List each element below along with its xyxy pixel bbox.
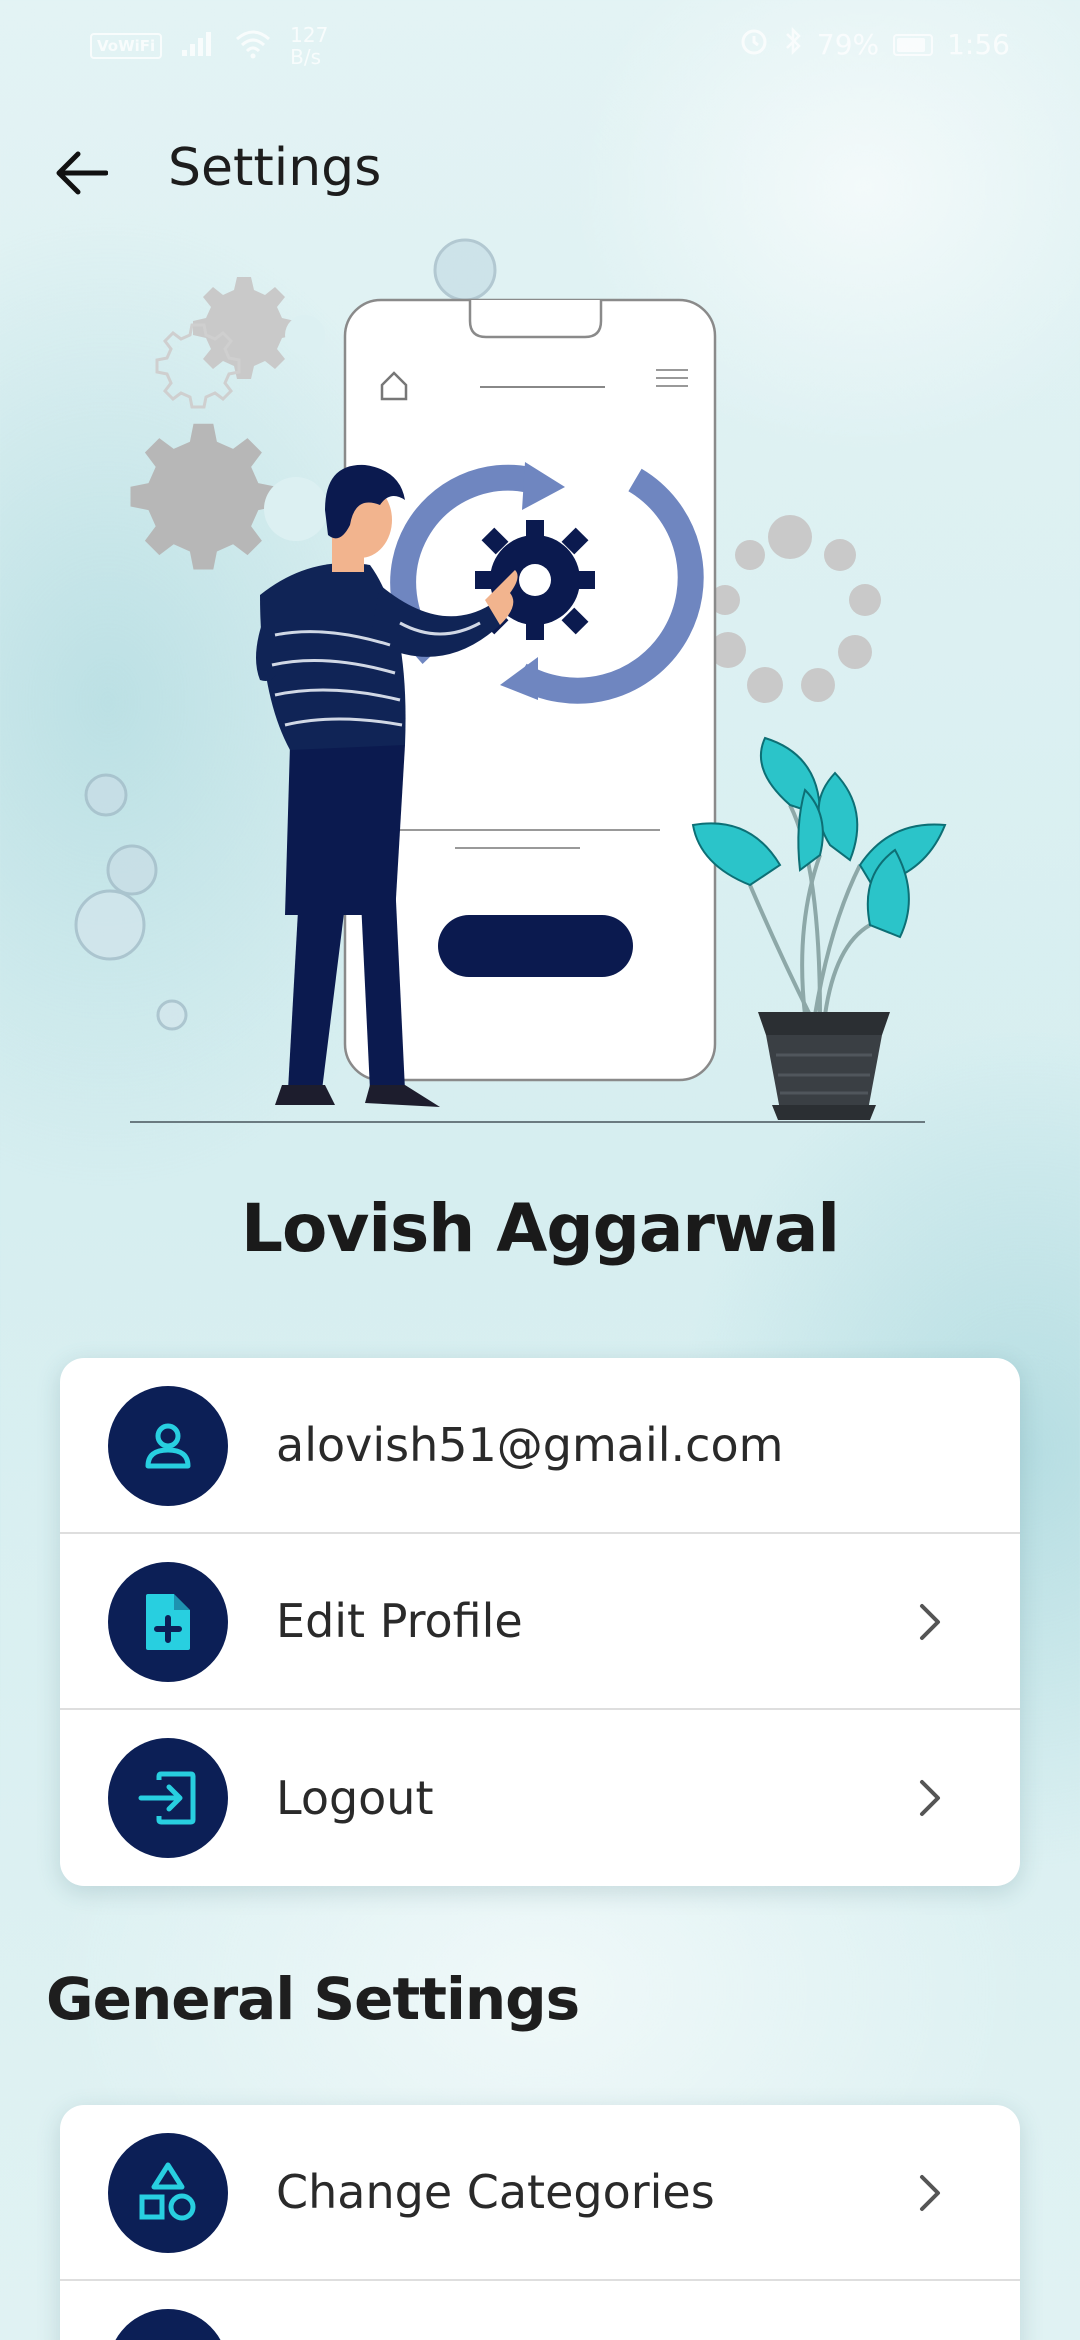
shapes-icon xyxy=(108,2133,228,2253)
app-header: Settings xyxy=(0,120,1080,220)
email-value: alovish51@gmail.com xyxy=(276,1418,784,1472)
change-categories-label: Change Categories xyxy=(276,2165,715,2219)
email-row: alovish51@gmail.com xyxy=(60,1358,1020,1534)
settings-illustration xyxy=(60,225,1020,1130)
general-settings-card: Change Categories xyxy=(60,2105,1020,2340)
battery-percent: 79% xyxy=(816,28,880,61)
general-settings-title: General Settings xyxy=(46,1965,580,2033)
bluetooth-icon xyxy=(783,26,803,63)
status-bar: VoWiFi 127 B/s 79% 1:56 xyxy=(0,0,1080,86)
logout-icon xyxy=(108,1738,228,1858)
logout-row[interactable]: Logout xyxy=(60,1710,1020,1886)
network-speed: 127 B/s xyxy=(290,24,328,68)
loading-dots-icon xyxy=(710,515,881,703)
status-bar-left: VoWiFi 127 B/s xyxy=(90,24,328,68)
edit-profile-label: Edit Profile xyxy=(276,1594,523,1648)
alarm-icon xyxy=(739,26,769,63)
page-title: Settings xyxy=(168,138,382,198)
chevron-right-icon xyxy=(900,1768,960,1828)
clock-time: 1:56 xyxy=(947,28,1010,61)
account-card: alovish51@gmail.com Edit Profile Logout xyxy=(60,1358,1020,1886)
network-speed-unit: B/s xyxy=(290,45,322,69)
edit-profile-row[interactable]: Edit Profile xyxy=(60,1534,1020,1710)
network-speed-value: 127 xyxy=(290,23,329,47)
status-bar-right: 79% 1:56 xyxy=(739,26,1010,63)
profile-name: Lovish Aggarwal xyxy=(240,1190,840,1267)
file-plus-icon xyxy=(108,1562,228,1682)
next-settings-row[interactable] xyxy=(60,2281,1020,2340)
chevron-right-icon xyxy=(900,1592,960,1652)
arrow-left-icon xyxy=(56,151,108,195)
signal-icon xyxy=(180,30,216,62)
change-categories-row[interactable]: Change Categories xyxy=(60,2105,1020,2281)
chevron-right-icon xyxy=(900,2163,960,2223)
battery-icon xyxy=(893,33,934,56)
back-button[interactable] xyxy=(48,140,114,206)
plant-illustration xyxy=(691,736,947,1120)
person-icon xyxy=(108,1386,228,1506)
settings-row-icon xyxy=(108,2309,228,2340)
logout-label: Logout xyxy=(276,1771,434,1825)
vowifi-label: VoWiFi xyxy=(90,33,163,59)
wifi-icon xyxy=(234,29,272,63)
